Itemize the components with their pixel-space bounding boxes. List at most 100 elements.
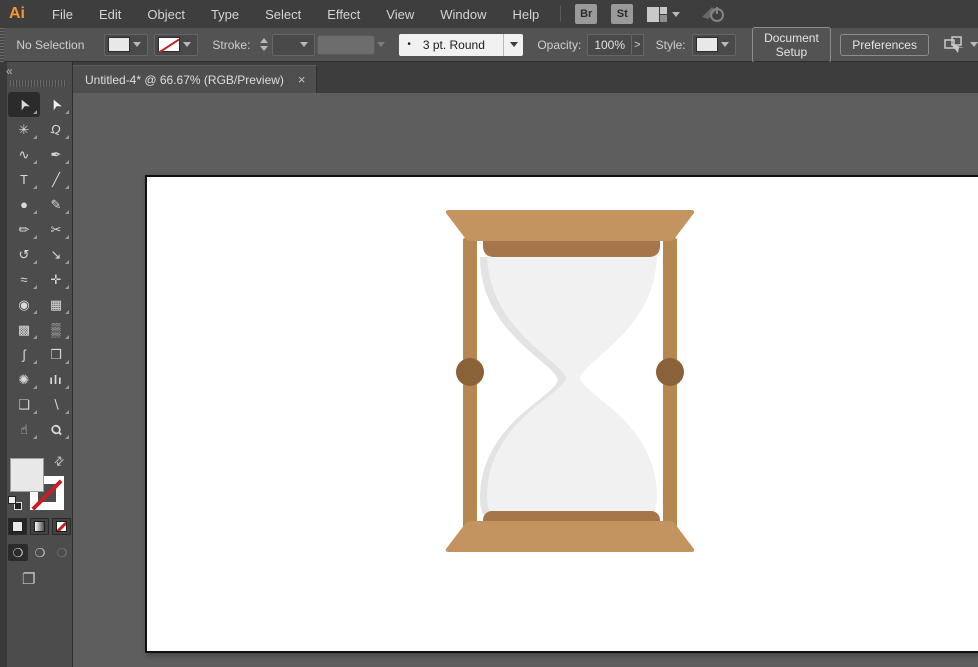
hand-tool[interactable]: ☝	[8, 417, 40, 442]
perspective-grid-tool[interactable]: ▦	[40, 292, 72, 317]
menu-item-type[interactable]: Type	[198, 2, 252, 27]
stroke-weight-stepper[interactable]	[260, 38, 268, 51]
scale-tool-icon: ↘	[51, 247, 62, 263]
stroke-weight-dropdown[interactable]	[272, 34, 315, 56]
free-transform-tool[interactable]: ✛	[40, 267, 72, 292]
stepper-down-icon[interactable]	[260, 46, 268, 51]
draw-normal-button[interactable]: ❍	[8, 544, 28, 561]
control-bar-grip[interactable]	[0, 28, 4, 62]
opacity-input[interactable]: 100%	[587, 34, 632, 56]
artboard-tool-icon: ❏	[18, 397, 30, 413]
menu-item-select[interactable]: Select	[252, 2, 314, 27]
menu-item-view[interactable]: View	[373, 2, 427, 27]
magic-wand-tool[interactable]: ✳	[8, 117, 40, 142]
stroke-none-swatch	[158, 37, 180, 52]
canvas-area[interactable]	[73, 93, 978, 667]
brush-preview-chevron-icon[interactable]	[377, 42, 385, 47]
close-tab-icon[interactable]: ×	[298, 72, 306, 87]
style-dropdown[interactable]	[692, 34, 736, 56]
slice-tool[interactable]: ∖	[40, 392, 72, 417]
document-tab-title: Untitled-4* @ 66.67% (RGB/Preview)	[85, 73, 284, 87]
hourglass-illustration[interactable]	[445, 210, 695, 552]
gradient-tool[interactable]: ▒	[40, 317, 72, 342]
slice-tool-icon: ∖	[52, 397, 60, 413]
eyedropper-tool-icon: ∫	[22, 347, 26, 362]
select-similar-dropdown[interactable]	[943, 36, 978, 54]
stepper-up-icon[interactable]	[260, 38, 268, 43]
brush-name: 3 pt. Round	[423, 38, 485, 52]
none-button[interactable]	[52, 518, 71, 535]
zoom-tool[interactable]: Ϙ	[40, 417, 72, 442]
shape-builder-tool-icon: ◉	[18, 297, 29, 313]
paintbrush-tool[interactable]: ✎	[40, 192, 72, 217]
width-tool[interactable]: ≈	[8, 267, 40, 292]
line-segment-tool-icon: ╱	[52, 172, 60, 188]
selection-tool-icon: ➤	[14, 96, 34, 114]
fill-indicator[interactable]	[10, 458, 44, 492]
selection-status: No Selection	[16, 38, 84, 52]
stroke-color-dropdown[interactable]	[154, 34, 198, 56]
scissors-tool[interactable]: ✂	[40, 217, 72, 242]
shaper-tool-icon: ✏	[19, 222, 30, 238]
artboard-tool[interactable]: ❏	[8, 392, 40, 417]
selection-tool[interactable]: ➤	[8, 92, 40, 117]
opacity-label: Opacity:	[537, 38, 581, 52]
gpu-performance-icon[interactable]	[700, 5, 726, 23]
bridge-button[interactable]: Br	[575, 4, 597, 24]
change-screen-mode-icon[interactable]: ❐	[22, 570, 35, 588]
direct-selection-tool[interactable]: ➤	[40, 92, 72, 117]
direct-selection-tool-icon: ➤	[46, 96, 66, 114]
gradient-button[interactable]	[30, 518, 49, 535]
brush-definition-dropdown[interactable]: •3 pt. Round	[399, 34, 523, 56]
type-tool[interactable]: T	[8, 167, 40, 192]
eyedropper-tool[interactable]: ∫	[8, 342, 40, 367]
line-segment-tool[interactable]: ╱	[40, 167, 72, 192]
menu-item-file[interactable]: File	[39, 2, 86, 27]
brush-preview-field[interactable]	[317, 35, 375, 55]
draw-inside-button[interactable]: ❍	[52, 544, 72, 561]
panel-grip[interactable]	[10, 80, 66, 87]
panel-dock-strip	[0, 62, 7, 667]
menu-item-effect[interactable]: Effect	[314, 2, 373, 27]
pen-tool[interactable]: ✒	[40, 142, 72, 167]
preferences-button[interactable]: Preferences	[840, 34, 929, 56]
menu-item-object[interactable]: Object	[134, 2, 198, 27]
curvature-tool[interactable]: ∿	[8, 142, 40, 167]
menu-item-window[interactable]: Window	[427, 2, 499, 27]
pen-tool-icon: ✒	[51, 147, 62, 163]
document-tab[interactable]: Untitled-4* @ 66.67% (RGB/Preview) ×	[73, 65, 317, 93]
menu-item-help[interactable]: Help	[499, 2, 552, 27]
gradient-tool-icon: ▒	[51, 322, 60, 337]
brush-chevron-box[interactable]	[503, 34, 523, 56]
draw-behind-button[interactable]: ❍	[30, 544, 50, 561]
symbol-sprayer-tool[interactable]: ✺	[8, 367, 40, 392]
swap-fill-stroke-icon[interactable]: ⇄	[51, 452, 68, 469]
chevron-down-icon	[183, 42, 191, 47]
fill-color-dropdown[interactable]	[104, 34, 148, 56]
opacity-arrow-button[interactable]: >	[632, 34, 644, 56]
select-similar-icon	[943, 36, 965, 54]
lasso-tool[interactable]: Ω	[40, 117, 72, 142]
scale-tool[interactable]: ↘	[40, 242, 72, 267]
stroke-label: Stroke:	[212, 38, 250, 52]
workspace-switcher-icon[interactable]	[647, 7, 667, 22]
stock-button[interactable]: St	[611, 4, 633, 24]
shape-builder-tool[interactable]: ◉	[8, 292, 40, 317]
mesh-tool[interactable]: ▩	[8, 317, 40, 342]
blend-tool[interactable]: ❒	[40, 342, 72, 367]
collapse-panel-icon[interactable]: «	[6, 64, 12, 78]
column-graph-tool[interactable]: ılı	[40, 367, 72, 392]
default-fill-stroke-icon[interactable]	[8, 496, 23, 511]
fill-stroke-indicator: ⇄	[8, 456, 72, 514]
menu-item-edit[interactable]: Edit	[86, 2, 134, 27]
type-tool-icon: T	[20, 172, 28, 187]
chevron-down-icon	[300, 42, 308, 47]
color-button[interactable]	[8, 518, 27, 535]
ellipse-tool[interactable]: ●	[8, 192, 40, 217]
hourglass-right-knob	[656, 358, 684, 386]
document-setup-button[interactable]: Document Setup	[752, 27, 832, 63]
workspace-chevron-icon[interactable]	[672, 12, 680, 17]
zoom-tool-icon: Ϙ	[47, 421, 65, 439]
shaper-tool[interactable]: ✏	[8, 217, 40, 242]
rotate-tool[interactable]: ↺	[8, 242, 40, 267]
